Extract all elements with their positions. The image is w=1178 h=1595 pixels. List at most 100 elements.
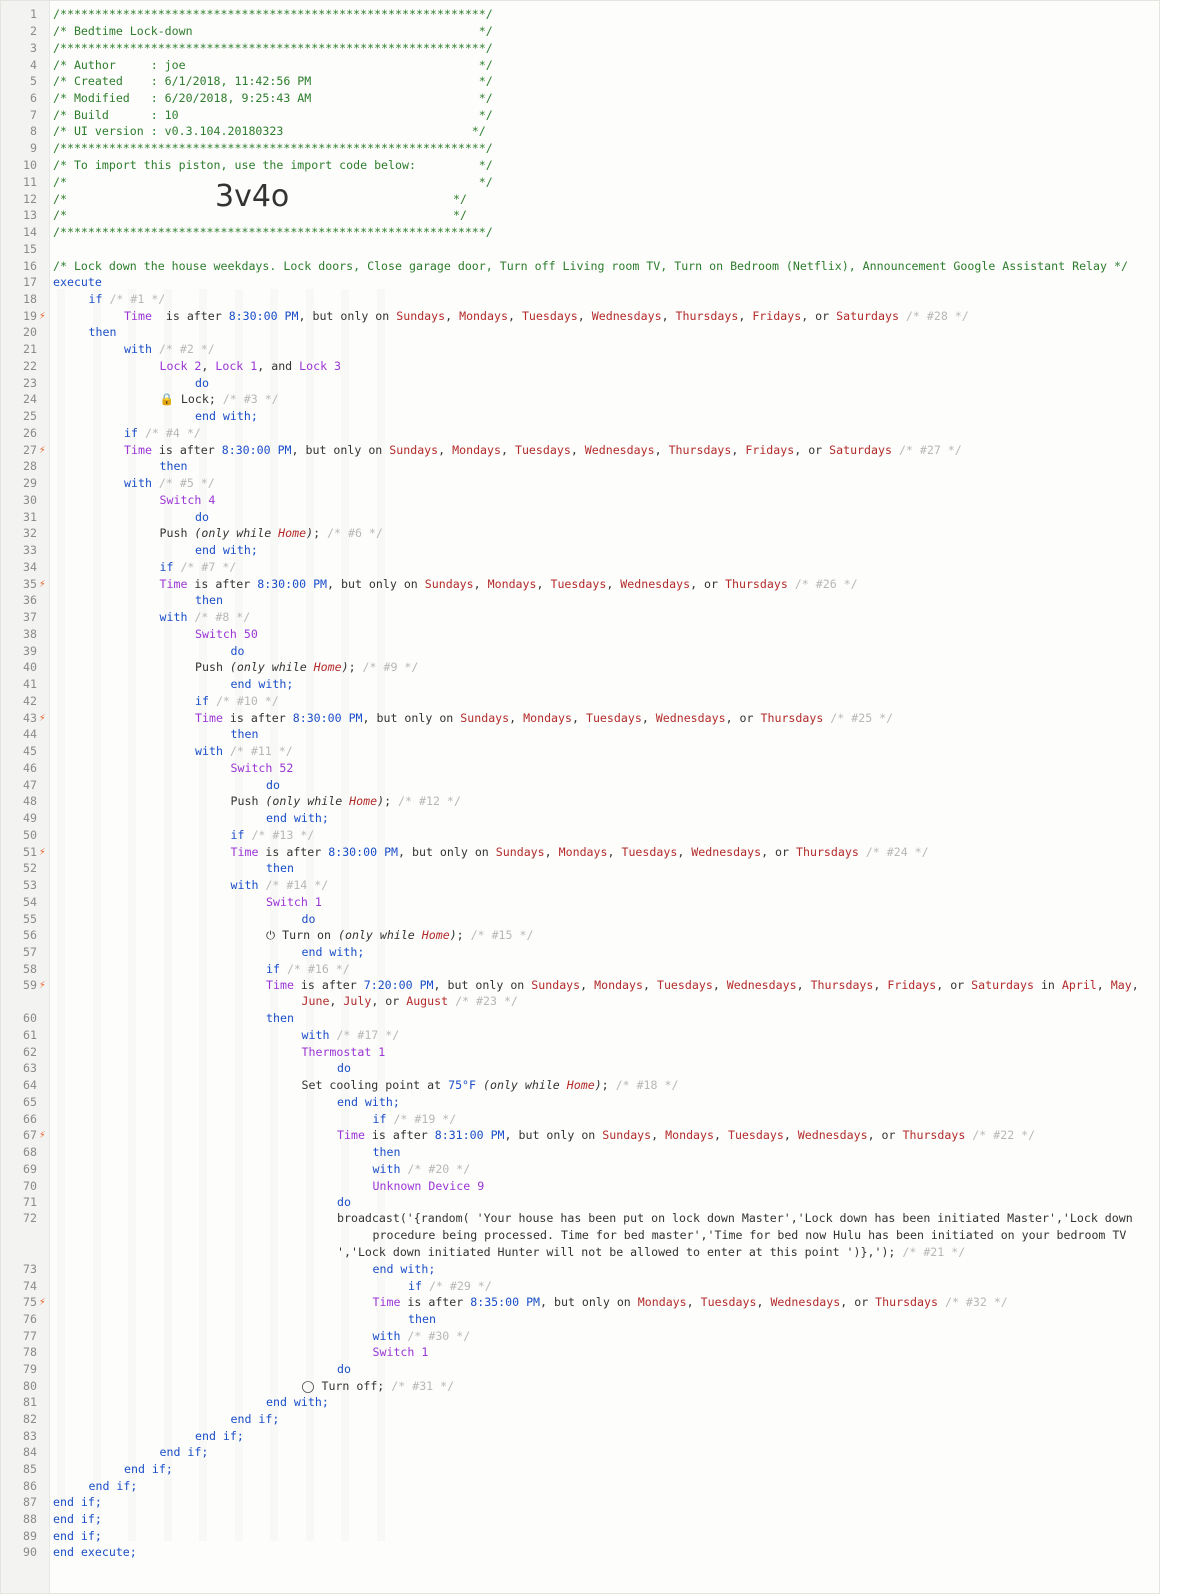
statement-line[interactable]: if /* #16 */ [266, 962, 350, 976]
statement-line[interactable]: end with; [195, 543, 258, 557]
statement-line[interactable]: end with; [195, 409, 258, 423]
statement-line[interactable]: Time is after 8:30:00 PM, but only on Su… [160, 577, 858, 591]
statement-line[interactable]: ','Lock down initiated Hunter will not b… [337, 1245, 965, 1259]
import-code[interactable]: 3v4o [215, 179, 289, 214]
statement-line[interactable]: end with; [266, 1395, 329, 1409]
statement-line[interactable]: then [266, 861, 294, 875]
device-name[interactable]: Unknown Device 9 [373, 1179, 485, 1193]
statement-line[interactable]: ◯ Turn off; /* #31 */ [302, 1379, 455, 1393]
statement-line[interactable]: then [373, 1145, 401, 1159]
statement-line[interactable]: do [266, 778, 280, 792]
statement-line[interactable]: if /* #29 */ [408, 1279, 492, 1293]
device-name[interactable]: Lock 1 [215, 359, 257, 373]
statement-text: Sundays [389, 443, 439, 457]
statement-line[interactable]: Time is after 7:20:00 PM, but only on Su… [266, 978, 1139, 992]
device-name[interactable]: Switch 1 [266, 895, 322, 909]
device-name[interactable]: Switch 4 [160, 493, 216, 507]
statement-id: /* #3 */ [215, 392, 279, 406]
statement-line[interactable]: Set cooling point at 75°F (only while Ho… [302, 1078, 679, 1092]
statement-line[interactable]: do [231, 644, 245, 658]
statement-line[interactable]: end with; [337, 1095, 400, 1109]
statement-line[interactable]: Time is after 8:30:00 PM, but only on Su… [124, 443, 962, 457]
statement-line[interactable]: then [408, 1312, 436, 1326]
statement-line[interactable]: Switch 1 [373, 1345, 429, 1359]
statement-line[interactable]: do [195, 376, 209, 390]
statement-line[interactable]: Time is after 8:35:00 PM, but only on Mo… [373, 1295, 1008, 1309]
statement-line[interactable]: end with; [302, 945, 365, 959]
device-name[interactable]: Switch 50 [195, 627, 258, 641]
statement-line[interactable]: Lock 2, Lock 1, and Lock 3 [160, 359, 342, 373]
statement-line[interactable]: end if; [53, 1512, 102, 1526]
statement-line[interactable]: Switch 1 [266, 895, 322, 909]
statement-line[interactable]: do [337, 1061, 351, 1075]
device-name[interactable]: Time [124, 443, 152, 457]
device-name[interactable]: Time [266, 978, 294, 992]
statement-line[interactable]: end with; [231, 677, 294, 691]
statement-line[interactable]: end if; [231, 1412, 280, 1426]
statement-line[interactable]: with /* #8 */ [160, 610, 251, 624]
statement-line[interactable]: do [337, 1195, 351, 1209]
device-name[interactable]: Time [124, 309, 152, 323]
statement-text: Tuesdays [727, 1128, 784, 1142]
statement-line[interactable]: Time is after 8:31:00 PM, but only on Su… [337, 1128, 1035, 1142]
statement-line[interactable]: do [195, 510, 209, 524]
piston-ui-version: /* UI version : v0.3.104.20180323 */ [53, 124, 486, 138]
statement-line[interactable]: June, July, or August /* #23 */ [302, 994, 518, 1008]
statement-line[interactable]: if /* #1 */ [89, 292, 166, 306]
device-name[interactable]: Switch 1 [373, 1345, 429, 1359]
statement-line[interactable]: if /* #10 */ [195, 694, 279, 708]
statement-line[interactable]: broadcast('{random( 'Your house has been… [337, 1211, 1133, 1225]
statement-line[interactable]: with /* #11 */ [195, 744, 293, 758]
statement-line[interactable]: if /* #19 */ [373, 1112, 457, 1126]
device-name[interactable]: Lock 2 [160, 359, 202, 373]
device-name[interactable]: Time [231, 845, 259, 859]
statement-line[interactable]: Time is after 8:30:00 PM, but only on Su… [195, 711, 893, 725]
statement-line[interactable]: end if; [89, 1479, 138, 1493]
statement-line[interactable]: ⏻ Turn on (only while Home); /* #15 */ [266, 928, 533, 943]
statement-line[interactable]: with /* #14 */ [231, 878, 329, 892]
statement-line[interactable]: end with; [266, 811, 329, 825]
statement-line[interactable]: then [160, 459, 188, 473]
statement-line[interactable]: if /* #7 */ [160, 560, 237, 574]
statement-line[interactable]: Push (only while Home); /* #12 */ [231, 794, 461, 808]
statement-line[interactable]: end with; [373, 1262, 436, 1276]
statement-line[interactable]: then [195, 593, 223, 607]
statement-line[interactable]: if /* #13 */ [231, 828, 315, 842]
device-name[interactable]: Time [195, 711, 223, 725]
statement-line[interactable]: Unknown Device 9 [373, 1179, 485, 1193]
statement-line[interactable]: end if; [53, 1529, 102, 1543]
statement-line[interactable]: if /* #4 */ [124, 426, 201, 440]
statement-line[interactable]: Push (only while Home); /* #9 */ [195, 660, 418, 674]
statement-line[interactable]: end if; [53, 1495, 102, 1509]
statement-line[interactable]: with /* #30 */ [373, 1329, 471, 1343]
statement-line[interactable]: do [337, 1362, 351, 1376]
device-name[interactable]: Switch 52 [231, 761, 294, 775]
statement-line[interactable]: do [302, 912, 316, 926]
statement-line[interactable]: end execute; [53, 1545, 137, 1559]
statement-line[interactable]: 🔒 Lock; /* #3 */ [160, 392, 279, 406]
statement-line[interactable]: Time is after 8:30:00 PM, but only on Su… [231, 845, 929, 859]
statement-line[interactable]: with /* #2 */ [124, 342, 215, 356]
statement-line[interactable]: Switch 4 [160, 493, 216, 507]
device-name[interactable]: Lock 3 [299, 359, 341, 373]
statement-line[interactable]: end if; [160, 1445, 209, 1459]
statement-line[interactable]: then [266, 1011, 294, 1025]
statement-line[interactable]: then [231, 727, 259, 741]
statement-line[interactable]: Time is after 8:30:00 PM, but only on Su… [124, 309, 969, 323]
statement-line[interactable]: Thermostat 1 [302, 1045, 386, 1059]
statement-line[interactable]: Switch 52 [231, 761, 294, 775]
device-name[interactable]: Time [160, 577, 188, 591]
statement-line[interactable]: with /* #5 */ [124, 476, 215, 490]
statement-line[interactable]: execute [53, 275, 102, 289]
statement-line[interactable]: with /* #20 */ [373, 1162, 471, 1176]
statement-line[interactable]: Switch 50 [195, 627, 258, 641]
statement-line[interactable]: with /* #17 */ [302, 1028, 400, 1042]
statement-line[interactable]: then [89, 325, 117, 339]
statement-line[interactable]: end if; [124, 1462, 173, 1476]
statement-line[interactable]: end if; [195, 1429, 244, 1443]
statement-line[interactable]: procedure being processed. Time for bed … [373, 1228, 1127, 1242]
device-name[interactable]: Thermostat 1 [302, 1045, 386, 1059]
device-name[interactable]: Time [373, 1295, 401, 1309]
statement-line[interactable]: Push (only while Home); /* #6 */ [160, 526, 383, 540]
device-name[interactable]: Time [337, 1128, 365, 1142]
